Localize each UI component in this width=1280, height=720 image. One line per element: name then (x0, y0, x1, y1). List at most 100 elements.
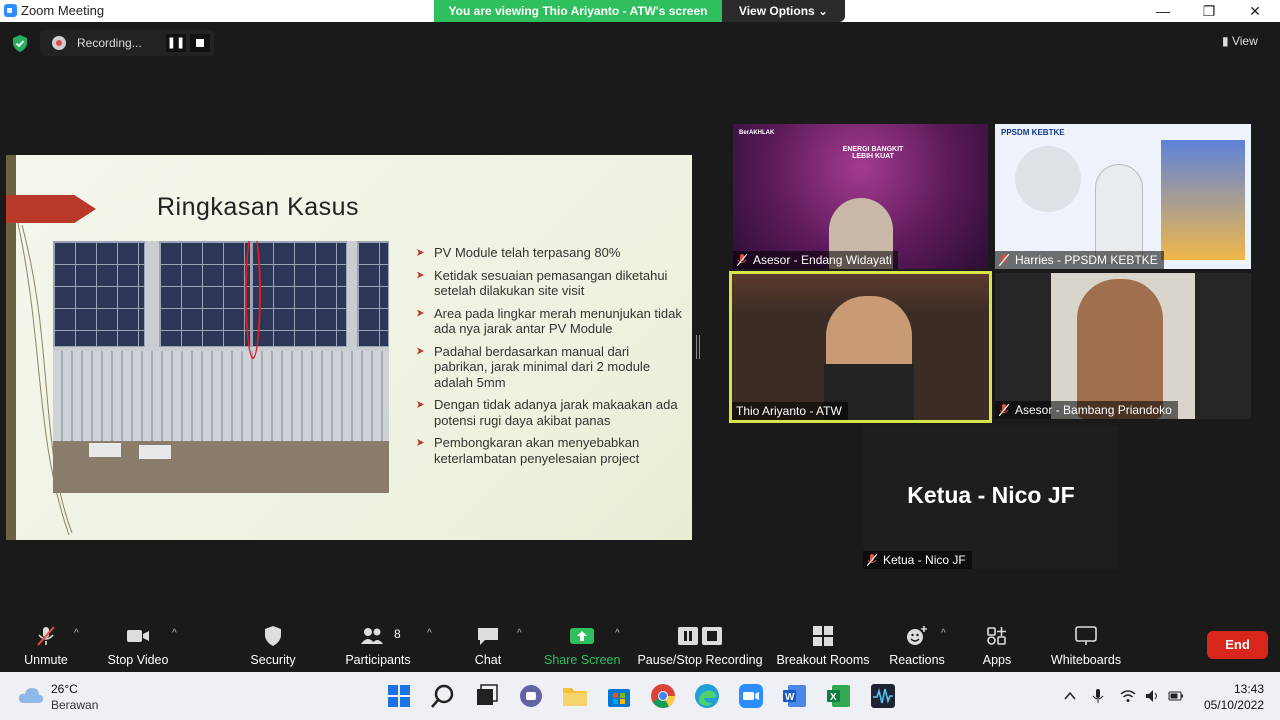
audio-options-caret[interactable]: ^ (74, 628, 79, 639)
equipment-box (139, 445, 171, 459)
pause-stop-recording-button[interactable]: Pause/Stop Recording (636, 618, 764, 672)
slide-title: Ringkasan Kasus (157, 193, 360, 221)
teams-chat-icon[interactable] (518, 683, 544, 709)
chat-options-caret[interactable]: ^ (517, 628, 522, 639)
pause-recording-button[interactable]: ❚❚ (166, 34, 186, 52)
zoom-taskbar-icon[interactable] (738, 683, 764, 709)
stop-recording-button[interactable] (190, 34, 210, 52)
svg-text:X: X (830, 692, 837, 703)
whiteboards-button[interactable]: Whiteboards (1044, 618, 1128, 672)
solar-panel-photo (53, 241, 389, 493)
svg-text:W: W (785, 692, 795, 703)
participant-display-name: Ketua - Nico JF (907, 482, 1075, 508)
slide-bullet: Pembongkaran akan menyebabkan keterlamba… (415, 435, 685, 466)
tile-brand: PPSDM KEBTKE (1001, 128, 1065, 137)
participant-name-tag: Harries - PPSDM KEBTKE (995, 251, 1164, 269)
video-tile-nico[interactable]: Ketua - Nico JF Ketua - Nico JF (863, 426, 1119, 569)
slide-title-arrow (6, 195, 96, 223)
battery-icon[interactable] (1168, 688, 1184, 704)
audio-app-icon[interactable] (870, 683, 896, 709)
file-explorer-icon[interactable] (562, 683, 588, 709)
meeting-toolbar: Unmute ^ Stop Video ^ Security 8 Partici… (0, 618, 1280, 672)
security-shield-icon[interactable] (12, 35, 28, 52)
windows-start-icon[interactable] (386, 683, 412, 709)
chat-icon (478, 628, 498, 645)
mic-off-icon (37, 626, 55, 646)
share-options-caret[interactable]: ^ (615, 628, 620, 639)
edge-icon[interactable] (694, 683, 720, 709)
slide-bullet: Area pada lingkar merah menunjukan tidak… (415, 306, 685, 337)
slide-bullet: Ketidak sesuaian pemasangan diketahui se… (415, 268, 685, 299)
cloud-weather-icon[interactable] (18, 686, 44, 704)
participant-name-tag: Thio Ariyanto - ATW (732, 402, 848, 420)
recording-indicator: Recording... ❚❚ (40, 30, 214, 56)
volume-icon[interactable] (1144, 688, 1160, 704)
recording-label: Recording... (77, 36, 142, 50)
wifi-icon[interactable] (1120, 688, 1136, 704)
slide-bullet: Dengan tidak adanya jarak makaakan ada p… (415, 397, 685, 428)
chat-button[interactable]: Chat (462, 618, 514, 672)
view-button[interactable]: ▮ View (1222, 34, 1258, 48)
chrome-icon[interactable] (650, 683, 676, 709)
weather-description[interactable]: Berawan (51, 698, 98, 712)
reactions-button[interactable]: Reactions (886, 618, 948, 672)
apps-button[interactable]: Apps (972, 618, 1022, 672)
excel-icon[interactable]: X (826, 683, 852, 709)
microphone-icon[interactable] (1090, 688, 1106, 704)
unmute-button[interactable]: Unmute (16, 618, 76, 672)
slide-bullet-list: PV Module telah terpasang 80% Ketidak se… (415, 245, 685, 473)
clock-time[interactable]: 13:43 (1230, 682, 1264, 696)
equipment-box (89, 443, 121, 457)
breakout-rooms-icon (813, 626, 833, 646)
minimize-button[interactable]: — (1140, 1, 1186, 21)
shared-screen-slide: Ringkasan Kasus PV Module telah terpasan… (6, 155, 692, 540)
security-button[interactable]: Security (243, 618, 303, 672)
participants-button[interactable]: 8 Participants (342, 618, 414, 672)
view-options-button[interactable]: View Options ⌄ (722, 0, 845, 22)
video-options-caret[interactable]: ^ (172, 628, 177, 639)
video-tile-bambang[interactable]: Asesor - Bambang Priandoko (995, 273, 1251, 419)
mic-muted-icon (999, 254, 1009, 266)
video-tile-thio-active-speaker[interactable]: Thio Ariyanto - ATW (729, 271, 992, 423)
microsoft-store-icon[interactable] (606, 683, 632, 709)
video-tile-endang[interactable]: BerAKHLAK ENERGI BANGKIT LEBIH KUAT Ases… (733, 124, 988, 269)
mic-muted-icon (867, 554, 877, 566)
clock-date[interactable]: 05/10/2022 (1200, 698, 1264, 712)
slide-bullet: PV Module telah terpasang 80% (415, 245, 685, 261)
view-label: View (1231, 34, 1258, 48)
show-hidden-icons-chevron[interactable] (1062, 688, 1078, 704)
tile-headline: ENERGI BANGKIT LEBIH KUAT (842, 146, 904, 160)
pv-panel (251, 241, 347, 347)
weather-temperature[interactable]: 26°C (51, 682, 78, 696)
viewing-screen-banner: You are viewing Thio Ariyanto - ATW's sc… (434, 0, 722, 22)
reactions-options-caret[interactable]: ^ (941, 628, 946, 639)
close-button[interactable]: ✕ (1232, 1, 1278, 21)
smiley-plus-icon (907, 626, 927, 645)
split-view-handle[interactable] (696, 335, 700, 359)
search-icon[interactable] (430, 683, 456, 709)
end-meeting-button[interactable]: End (1207, 631, 1268, 659)
video-camera-icon (127, 630, 149, 642)
mic-muted-icon (737, 254, 747, 266)
task-view-icon[interactable] (474, 683, 500, 709)
participant-silhouette (1077, 279, 1163, 419)
infographic (1161, 140, 1245, 260)
participant-name-tag: Asesor - Bambang Priandoko (995, 401, 1178, 419)
grid-view-icon: ▮ (1222, 34, 1232, 48)
share-screen-button[interactable]: Share Screen (544, 618, 620, 672)
participants-options-caret[interactable]: ^ (427, 628, 432, 639)
pause-stop-icon (678, 627, 722, 645)
pv-panel (159, 241, 251, 347)
whiteboard-icon (1075, 626, 1097, 645)
logo-emblem (1015, 146, 1081, 212)
participant-name-tag: Ketua - Nico JF (863, 551, 972, 569)
pv-panel (53, 241, 145, 347)
breakout-rooms-button[interactable]: Breakout Rooms (774, 618, 872, 672)
stop-video-button[interactable]: Stop Video (104, 618, 172, 672)
restore-button[interactable]: ❐ (1186, 1, 1232, 21)
participant-silhouette (1095, 164, 1143, 264)
share-screen-icon (570, 628, 594, 644)
word-icon[interactable]: W (782, 683, 808, 709)
window-title: Zoom Meeting (21, 3, 105, 18)
video-tile-harries[interactable]: PPSDM KEBTKE Harries - PPSDM KEBTKE (995, 124, 1251, 269)
